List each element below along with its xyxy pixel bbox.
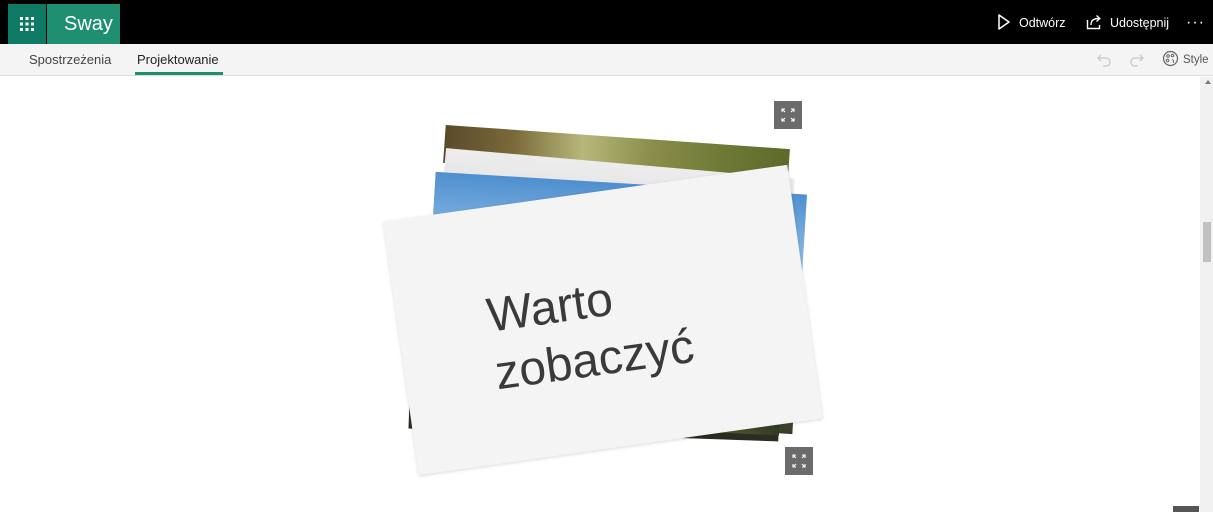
undo-button[interactable] — [1096, 52, 1112, 73]
play-button[interactable]: Odtwórz — [997, 8, 1066, 38]
scrollbar-thumb[interactable] — [1203, 222, 1211, 262]
storyline-canvas: Warto zobaczyć — [0, 77, 1200, 512]
tab-insights-label: Spostrzeżenia — [29, 52, 112, 67]
redo-icon — [1129, 54, 1145, 72]
tab-design[interactable]: Projektowanie — [135, 44, 223, 76]
styles-button[interactable]: Style — [1162, 50, 1209, 70]
app-launcher-button[interactable] — [8, 4, 46, 44]
active-tab-indicator — [135, 72, 223, 75]
app-name[interactable]: Sway — [47, 4, 120, 44]
title-text: Warto zobaczyć — [483, 260, 698, 403]
share-button[interactable]: Udostępnij — [1086, 8, 1169, 38]
tab-insights[interactable]: Spostrzeżenia — [29, 44, 111, 76]
waffle-icon — [20, 17, 34, 31]
vertical-scrollbar[interactable] — [1200, 77, 1213, 512]
undo-icon — [1096, 54, 1112, 72]
expand-button-top[interactable] — [774, 101, 802, 129]
tab-design-label: Projektowanie — [137, 52, 219, 67]
styles-label: Style — [1183, 54, 1209, 66]
play-label: Odtwórz — [1019, 16, 1066, 30]
corner-control[interactable] — [1173, 506, 1199, 512]
palette-icon — [1162, 50, 1183, 70]
share-icon — [1086, 14, 1110, 33]
expand-icon — [774, 101, 802, 129]
canvas-cover — [430, 77, 810, 102]
scroll-up-arrow-icon[interactable] — [1205, 80, 1211, 84]
play-icon — [997, 13, 1019, 33]
more-options-button[interactable]: ··· — [1186, 8, 1205, 38]
redo-button[interactable] — [1129, 52, 1145, 73]
share-label: Udostępnij — [1110, 16, 1170, 30]
sway-window: Sway Odtwórz Udostępnij ··· Spostrzeżeni… — [0, 0, 1213, 512]
expand-icon — [785, 447, 813, 475]
expand-button-stack[interactable] — [785, 447, 813, 475]
ribbon-tabs: Spostrzeżenia Projektowanie — [0, 44, 1213, 76]
